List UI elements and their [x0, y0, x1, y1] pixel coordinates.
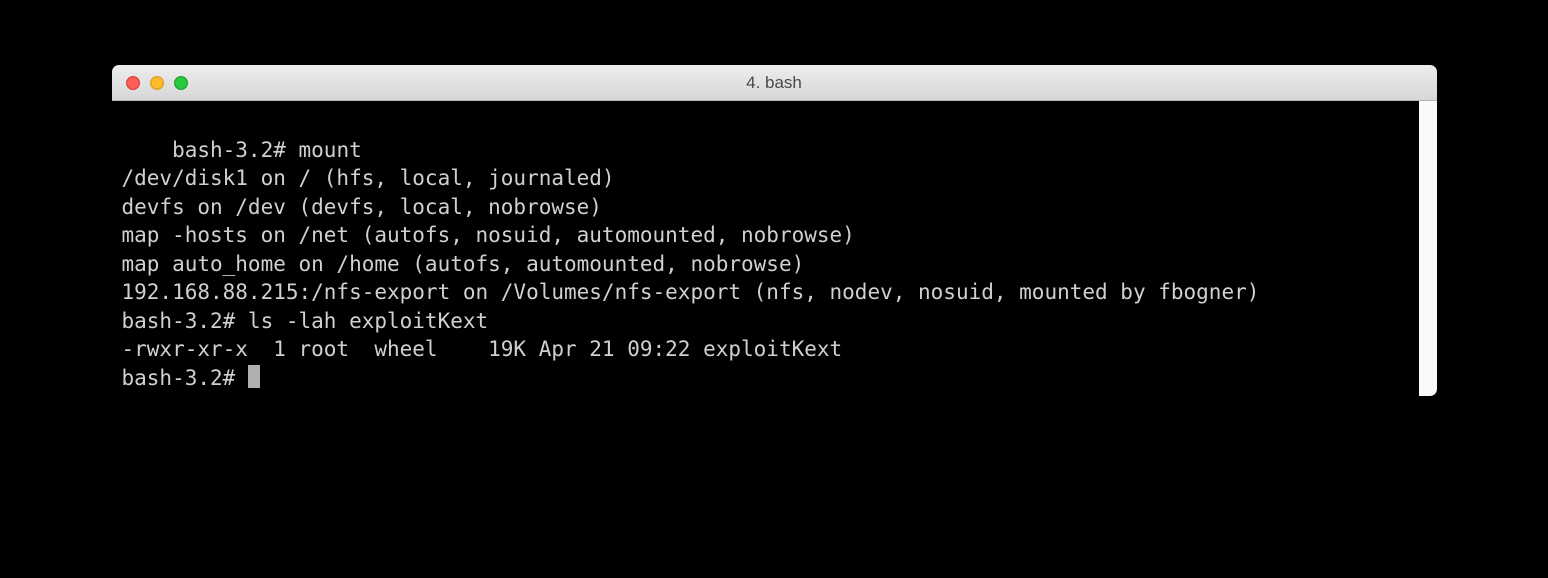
terminal-line: devfs on /dev (devfs, local, nobrowse) [122, 195, 602, 219]
terminal-line: 192.168.88.215:/nfs-export on /Volumes/n… [122, 280, 1260, 304]
scrollbar[interactable] [1419, 101, 1437, 396]
terminal-line: map -hosts on /net (autofs, nosuid, auto… [122, 223, 855, 247]
window-title: 4. bash [112, 73, 1437, 93]
minimize-icon[interactable] [150, 76, 164, 90]
close-icon[interactable] [126, 76, 140, 90]
titlebar[interactable]: 4. bash [112, 65, 1437, 101]
terminal-line: map auto_home on /home (autofs, automoun… [122, 252, 805, 276]
terminal-line: /dev/disk1 on / (hfs, local, journaled) [122, 166, 615, 190]
terminal-prompt: bash-3.2# [122, 366, 248, 390]
terminal-window: 4. bash bash-3.2# mount /dev/disk1 on / … [112, 65, 1437, 396]
zoom-icon[interactable] [174, 76, 188, 90]
terminal-body[interactable]: bash-3.2# mount /dev/disk1 on / (hfs, lo… [112, 101, 1437, 396]
terminal-line: bash-3.2# ls -lah exploitKext [122, 309, 489, 333]
terminal-line: -rwxr-xr-x 1 root wheel 19K Apr 21 09:22… [122, 337, 843, 361]
traffic-lights [112, 76, 188, 90]
cursor-icon [248, 365, 260, 388]
terminal-line: bash-3.2# mount [172, 138, 362, 162]
